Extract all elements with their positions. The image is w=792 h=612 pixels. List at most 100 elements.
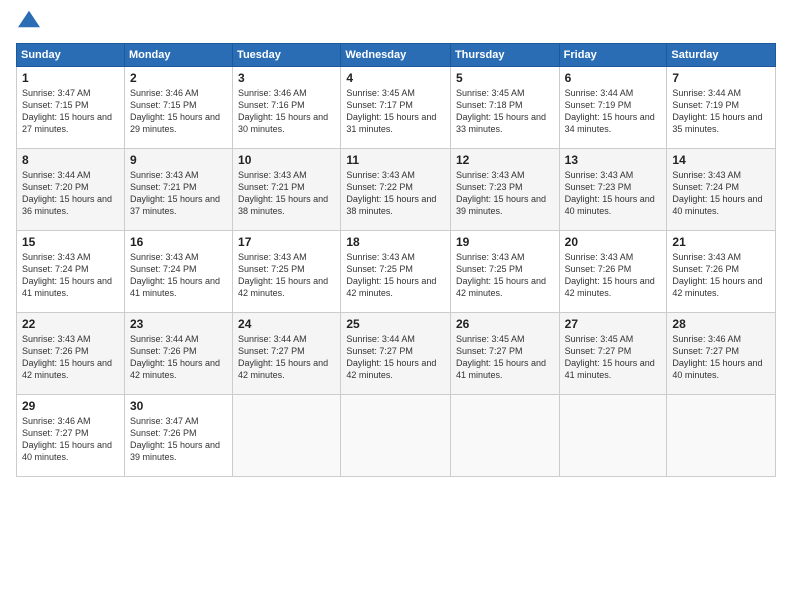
day-number: 7 <box>672 71 770 85</box>
day-number: 26 <box>456 317 554 331</box>
day-number: 23 <box>130 317 227 331</box>
day-info: Sunrise: 3:43 AMSunset: 7:21 PMDaylight:… <box>130 170 220 216</box>
table-row: 20 Sunrise: 3:43 AMSunset: 7:26 PMDaylig… <box>559 231 667 313</box>
table-row: 4 Sunrise: 3:45 AMSunset: 7:17 PMDayligh… <box>341 67 451 149</box>
table-row: 5 Sunrise: 3:45 AMSunset: 7:18 PMDayligh… <box>450 67 559 149</box>
table-row <box>450 395 559 477</box>
day-info: Sunrise: 3:43 AMSunset: 7:24 PMDaylight:… <box>22 252 112 298</box>
logo-icon <box>18 8 40 30</box>
table-row: 16 Sunrise: 3:43 AMSunset: 7:24 PMDaylig… <box>124 231 232 313</box>
day-info: Sunrise: 3:43 AMSunset: 7:25 PMDaylight:… <box>456 252 546 298</box>
day-info: Sunrise: 3:44 AMSunset: 7:26 PMDaylight:… <box>130 334 220 380</box>
day-number: 12 <box>456 153 554 167</box>
day-info: Sunrise: 3:47 AMSunset: 7:26 PMDaylight:… <box>130 416 220 462</box>
day-number: 15 <box>22 235 119 249</box>
table-row <box>233 395 341 477</box>
day-info: Sunrise: 3:43 AMSunset: 7:23 PMDaylight:… <box>565 170 655 216</box>
day-info: Sunrise: 3:44 AMSunset: 7:19 PMDaylight:… <box>565 88 655 134</box>
table-row: 2 Sunrise: 3:46 AMSunset: 7:15 PMDayligh… <box>124 67 232 149</box>
calendar-week-row: 15 Sunrise: 3:43 AMSunset: 7:24 PMDaylig… <box>17 231 776 313</box>
table-row: 17 Sunrise: 3:43 AMSunset: 7:25 PMDaylig… <box>233 231 341 313</box>
day-info: Sunrise: 3:46 AMSunset: 7:27 PMDaylight:… <box>672 334 762 380</box>
day-info: Sunrise: 3:43 AMSunset: 7:26 PMDaylight:… <box>565 252 655 298</box>
day-number: 1 <box>22 71 119 85</box>
day-info: Sunrise: 3:43 AMSunset: 7:26 PMDaylight:… <box>22 334 112 380</box>
table-row: 13 Sunrise: 3:43 AMSunset: 7:23 PMDaylig… <box>559 149 667 231</box>
day-number: 14 <box>672 153 770 167</box>
day-info: Sunrise: 3:43 AMSunset: 7:24 PMDaylight:… <box>130 252 220 298</box>
day-info: Sunrise: 3:43 AMSunset: 7:26 PMDaylight:… <box>672 252 762 298</box>
day-info: Sunrise: 3:44 AMSunset: 7:19 PMDaylight:… <box>672 88 762 134</box>
day-info: Sunrise: 3:45 AMSunset: 7:27 PMDaylight:… <box>456 334 546 380</box>
table-row: 28 Sunrise: 3:46 AMSunset: 7:27 PMDaylig… <box>667 313 776 395</box>
table-row: 14 Sunrise: 3:43 AMSunset: 7:24 PMDaylig… <box>667 149 776 231</box>
calendar-week-row: 22 Sunrise: 3:43 AMSunset: 7:26 PMDaylig… <box>17 313 776 395</box>
day-info: Sunrise: 3:46 AMSunset: 7:15 PMDaylight:… <box>130 88 220 134</box>
day-number: 22 <box>22 317 119 331</box>
day-info: Sunrise: 3:45 AMSunset: 7:17 PMDaylight:… <box>346 88 436 134</box>
day-info: Sunrise: 3:43 AMSunset: 7:22 PMDaylight:… <box>346 170 436 216</box>
day-info: Sunrise: 3:43 AMSunset: 7:23 PMDaylight:… <box>456 170 546 216</box>
table-row: 21 Sunrise: 3:43 AMSunset: 7:26 PMDaylig… <box>667 231 776 313</box>
table-row: 29 Sunrise: 3:46 AMSunset: 7:27 PMDaylig… <box>17 395 125 477</box>
day-number: 11 <box>346 153 445 167</box>
table-row: 9 Sunrise: 3:43 AMSunset: 7:21 PMDayligh… <box>124 149 232 231</box>
day-number: 20 <box>565 235 662 249</box>
table-row: 8 Sunrise: 3:44 AMSunset: 7:20 PMDayligh… <box>17 149 125 231</box>
day-number: 6 <box>565 71 662 85</box>
table-row: 3 Sunrise: 3:46 AMSunset: 7:16 PMDayligh… <box>233 67 341 149</box>
day-number: 16 <box>130 235 227 249</box>
calendar-week-row: 29 Sunrise: 3:46 AMSunset: 7:27 PMDaylig… <box>17 395 776 477</box>
table-row: 24 Sunrise: 3:44 AMSunset: 7:27 PMDaylig… <box>233 313 341 395</box>
table-row: 15 Sunrise: 3:43 AMSunset: 7:24 PMDaylig… <box>17 231 125 313</box>
table-row: 27 Sunrise: 3:45 AMSunset: 7:27 PMDaylig… <box>559 313 667 395</box>
day-info: Sunrise: 3:44 AMSunset: 7:27 PMDaylight:… <box>238 334 328 380</box>
day-info: Sunrise: 3:46 AMSunset: 7:27 PMDaylight:… <box>22 416 112 462</box>
table-row: 22 Sunrise: 3:43 AMSunset: 7:26 PMDaylig… <box>17 313 125 395</box>
day-number: 13 <box>565 153 662 167</box>
table-row: 11 Sunrise: 3:43 AMSunset: 7:22 PMDaylig… <box>341 149 451 231</box>
table-row <box>667 395 776 477</box>
day-info: Sunrise: 3:45 AMSunset: 7:18 PMDaylight:… <box>456 88 546 134</box>
col-tuesday: Tuesday <box>233 44 341 67</box>
col-monday: Monday <box>124 44 232 67</box>
day-number: 4 <box>346 71 445 85</box>
table-row <box>341 395 451 477</box>
day-number: 24 <box>238 317 335 331</box>
table-row: 23 Sunrise: 3:44 AMSunset: 7:26 PMDaylig… <box>124 313 232 395</box>
day-info: Sunrise: 3:43 AMSunset: 7:24 PMDaylight:… <box>672 170 762 216</box>
col-thursday: Thursday <box>450 44 559 67</box>
calendar-table: Sunday Monday Tuesday Wednesday Thursday… <box>16 43 776 477</box>
day-number: 30 <box>130 399 227 413</box>
table-row: 30 Sunrise: 3:47 AMSunset: 7:26 PMDaylig… <box>124 395 232 477</box>
day-number: 9 <box>130 153 227 167</box>
col-friday: Friday <box>559 44 667 67</box>
day-info: Sunrise: 3:43 AMSunset: 7:25 PMDaylight:… <box>346 252 436 298</box>
logo <box>16 12 40 35</box>
day-number: 18 <box>346 235 445 249</box>
day-info: Sunrise: 3:47 AMSunset: 7:15 PMDaylight:… <box>22 88 112 134</box>
calendar-week-row: 1 Sunrise: 3:47 AMSunset: 7:15 PMDayligh… <box>17 67 776 149</box>
day-number: 2 <box>130 71 227 85</box>
table-row: 1 Sunrise: 3:47 AMSunset: 7:15 PMDayligh… <box>17 67 125 149</box>
day-number: 27 <box>565 317 662 331</box>
col-wednesday: Wednesday <box>341 44 451 67</box>
day-info: Sunrise: 3:43 AMSunset: 7:21 PMDaylight:… <box>238 170 328 216</box>
table-row: 19 Sunrise: 3:43 AMSunset: 7:25 PMDaylig… <box>450 231 559 313</box>
day-info: Sunrise: 3:45 AMSunset: 7:27 PMDaylight:… <box>565 334 655 380</box>
day-number: 29 <box>22 399 119 413</box>
day-info: Sunrise: 3:46 AMSunset: 7:16 PMDaylight:… <box>238 88 328 134</box>
table-row: 26 Sunrise: 3:45 AMSunset: 7:27 PMDaylig… <box>450 313 559 395</box>
day-number: 17 <box>238 235 335 249</box>
day-number: 5 <box>456 71 554 85</box>
table-row: 12 Sunrise: 3:43 AMSunset: 7:23 PMDaylig… <box>450 149 559 231</box>
calendar-week-row: 8 Sunrise: 3:44 AMSunset: 7:20 PMDayligh… <box>17 149 776 231</box>
calendar-header-row: Sunday Monday Tuesday Wednesday Thursday… <box>17 44 776 67</box>
table-row: 7 Sunrise: 3:44 AMSunset: 7:19 PMDayligh… <box>667 67 776 149</box>
day-info: Sunrise: 3:44 AMSunset: 7:27 PMDaylight:… <box>346 334 436 380</box>
calendar-page: Sunday Monday Tuesday Wednesday Thursday… <box>0 0 792 612</box>
table-row <box>559 395 667 477</box>
day-number: 25 <box>346 317 445 331</box>
day-number: 19 <box>456 235 554 249</box>
day-info: Sunrise: 3:44 AMSunset: 7:20 PMDaylight:… <box>22 170 112 216</box>
